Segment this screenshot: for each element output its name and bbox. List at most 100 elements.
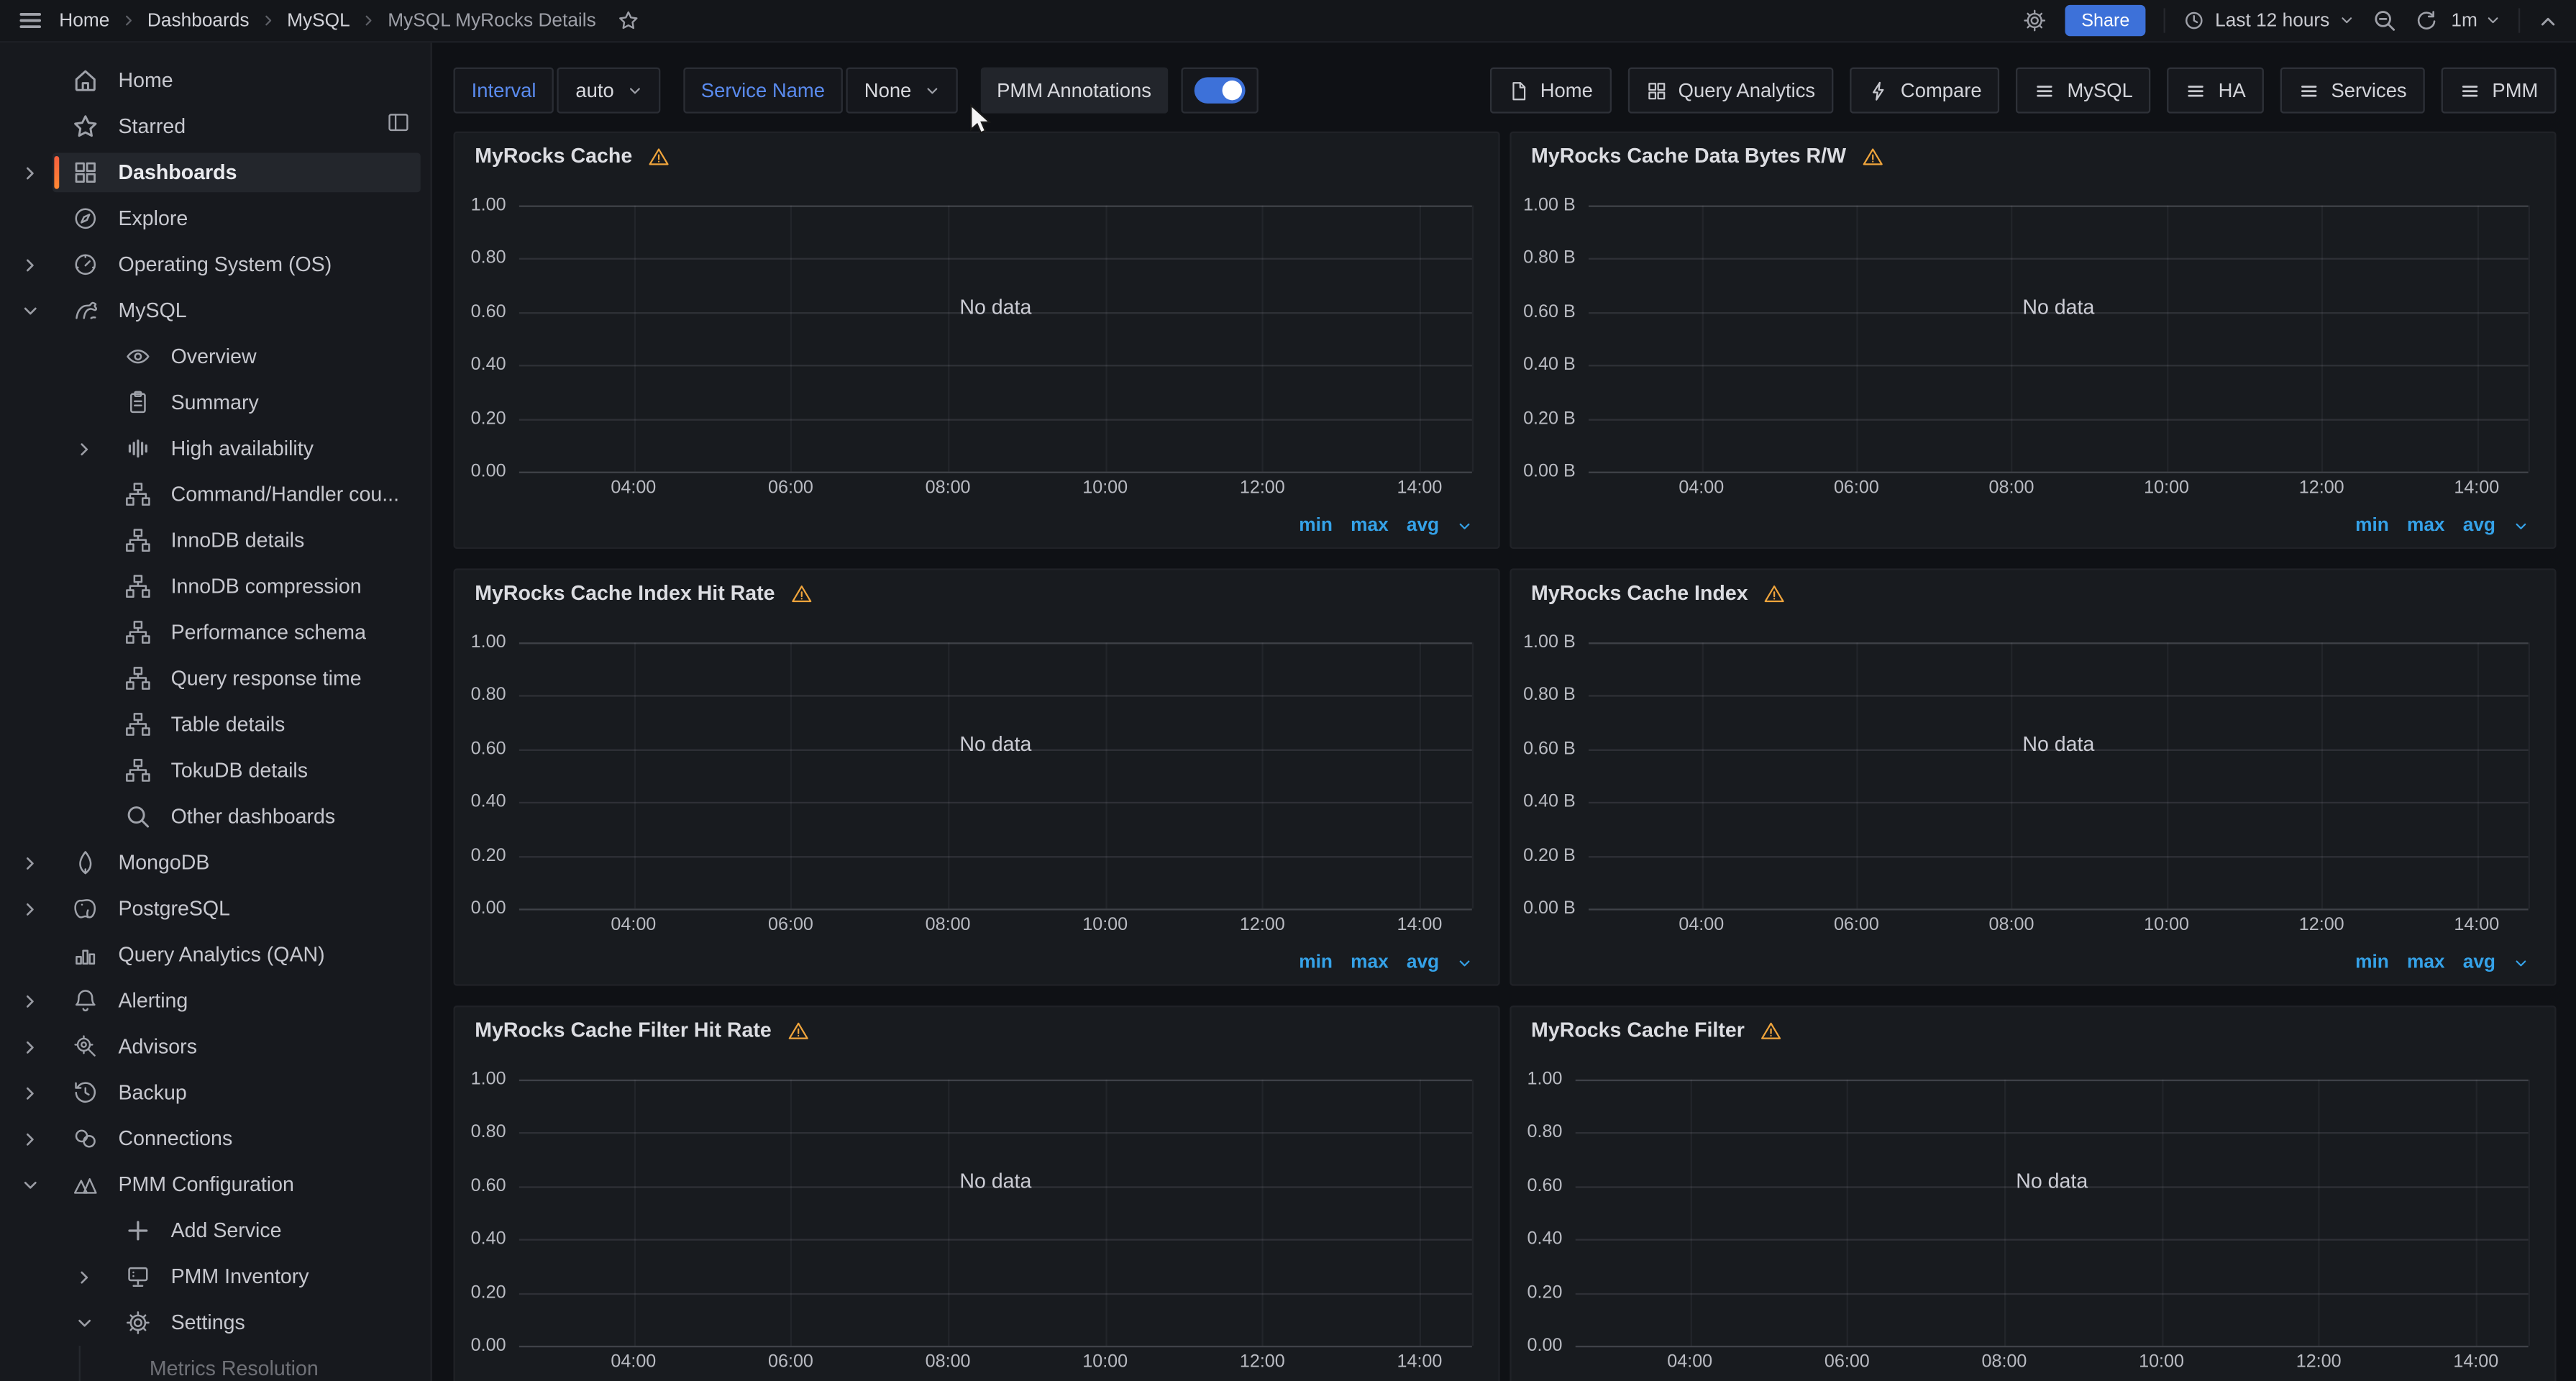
sidebar-item-pmm-configuration[interactable]: PMM Configuration bbox=[0, 1162, 431, 1208]
sidebar-item-explore[interactable]: Explore bbox=[0, 196, 431, 242]
sidebar-item-advisors[interactable]: Advisors bbox=[0, 1024, 431, 1070]
sidebar-item-operating-system-os[interactable]: Operating System (OS) bbox=[0, 242, 431, 288]
sidebar-item-metrics-resolution[interactable]: Metrics Resolution bbox=[0, 1346, 431, 1381]
nav-button-pmm[interactable]: PMM bbox=[2442, 68, 2557, 114]
collapse-topbar-icon[interactable] bbox=[2538, 11, 2557, 30]
chevron-down-icon[interactable] bbox=[22, 301, 40, 319]
sidebar-item-overview[interactable]: Overview bbox=[0, 334, 431, 380]
legend-link-max[interactable]: max bbox=[2407, 516, 2445, 535]
breadcrumb-item-dashboards[interactable]: Dashboards bbox=[147, 11, 250, 30]
legend-link-min[interactable]: min bbox=[1299, 516, 1333, 535]
sidebar-item-high-availability[interactable]: High availability bbox=[0, 426, 431, 472]
sidebar-item-table-details[interactable]: Table details bbox=[0, 701, 431, 747]
nav-button-ha[interactable]: HA bbox=[2168, 68, 2264, 114]
warning-icon[interactable] bbox=[790, 583, 813, 604]
panel-header[interactable]: MyRocks Cache bbox=[475, 145, 670, 168]
mega-menu-toggle[interactable] bbox=[18, 8, 42, 32]
warning-icon[interactable] bbox=[786, 1019, 809, 1041]
nav-button-query-analytics[interactable]: Query Analytics bbox=[1627, 68, 1833, 114]
legend-link-max[interactable]: max bbox=[1351, 953, 1389, 972]
dashboard-settings-icon[interactable] bbox=[2022, 8, 2047, 32]
nav-button-mysql[interactable]: MySQL bbox=[2017, 68, 2151, 114]
x-axis-tick: 08:00 bbox=[1989, 478, 2034, 498]
sidebar-item-dashboards[interactable]: Dashboards bbox=[0, 150, 431, 196]
sidebar-item-mysql[interactable]: MySQL bbox=[0, 288, 431, 334]
panel-header[interactable]: MyRocks Cache Data Bytes R/W bbox=[1531, 145, 1884, 168]
chevron-right-icon[interactable] bbox=[76, 439, 93, 457]
nav-button-compare[interactable]: Compare bbox=[1850, 68, 2000, 114]
sidebar-item-connections[interactable]: Connections bbox=[0, 1116, 431, 1162]
refresh-interval-picker[interactable]: 1m bbox=[2451, 11, 2500, 30]
dock-menu-icon[interactable] bbox=[386, 110, 411, 135]
sidebar-item-innodb-details[interactable]: InnoDB details bbox=[0, 518, 431, 564]
time-range-picker[interactable]: Last 12 hours bbox=[2184, 10, 2355, 32]
sidebar-item-postgresql[interactable]: PostgreSQL bbox=[0, 885, 431, 931]
sidebar-item-query-response-time[interactable]: Query response time bbox=[0, 655, 431, 701]
chevron-right-icon[interactable] bbox=[22, 1084, 40, 1102]
chevron-down-icon[interactable] bbox=[22, 1175, 40, 1193]
legend-link-min[interactable]: min bbox=[2355, 516, 2389, 535]
nav-button-services[interactable]: Services bbox=[2280, 68, 2425, 114]
sidebar-item-pmm-inventory[interactable]: PMM Inventory bbox=[0, 1254, 431, 1300]
warning-icon[interactable] bbox=[1759, 1019, 1782, 1041]
chevron-right-icon[interactable] bbox=[22, 900, 40, 918]
legend-link-max[interactable]: max bbox=[2407, 953, 2445, 972]
breadcrumb-item-mysql[interactable]: MySQL bbox=[287, 11, 350, 30]
chevron-down-icon[interactable] bbox=[1457, 519, 1472, 534]
sidebar-item-starred[interactable]: Starred bbox=[0, 104, 431, 150]
chevron-right-icon[interactable] bbox=[22, 255, 40, 273]
sidebar-item-command-handler-cou[interactable]: Command/Handler cou... bbox=[0, 472, 431, 518]
sidebar-item-mongodb[interactable]: MongoDB bbox=[0, 839, 431, 885]
sidebar-item-backup[interactable]: Backup bbox=[0, 1070, 431, 1116]
chevron-down-icon[interactable] bbox=[76, 1313, 93, 1331]
y-axis: 1.000.800.600.400.200.00 bbox=[455, 642, 506, 908]
legend-link-min[interactable]: min bbox=[2355, 953, 2389, 972]
legend-link-avg[interactable]: avg bbox=[1407, 953, 1439, 972]
warning-icon[interactable] bbox=[1861, 145, 1884, 167]
sidebar-item-settings[interactable]: Settings bbox=[0, 1300, 431, 1346]
variable-value-dropdown[interactable]: auto bbox=[557, 68, 659, 114]
panel-header[interactable]: MyRocks Cache Index Hit Rate bbox=[475, 582, 813, 605]
sidebar-item-home[interactable]: Home bbox=[0, 58, 431, 104]
sidebar-item-summary[interactable]: Summary bbox=[0, 380, 431, 426]
nav-button-label: PMM bbox=[2492, 79, 2538, 102]
legend: minmaxavg bbox=[1299, 516, 1472, 535]
legend-link-avg[interactable]: avg bbox=[2463, 953, 2495, 972]
chevron-right-icon[interactable] bbox=[22, 1130, 40, 1148]
sidebar-item-alerting[interactable]: Alerting bbox=[0, 977, 431, 1024]
panel-header[interactable]: MyRocks Cache Filter Hit Rate bbox=[475, 1018, 809, 1042]
chevron-right-icon[interactable] bbox=[22, 163, 40, 181]
nav-button-home[interactable]: Home bbox=[1489, 68, 1611, 114]
panel-header[interactable]: MyRocks Cache Index bbox=[1531, 582, 1786, 605]
sidebar-item-tokudb-details[interactable]: TokuDB details bbox=[0, 747, 431, 793]
chevron-right-icon[interactable] bbox=[22, 854, 40, 872]
chevron-down-icon[interactable] bbox=[1457, 955, 1472, 970]
sidebar-item-innodb-compression[interactable]: InnoDB compression bbox=[0, 564, 431, 610]
zoom-out-icon[interactable] bbox=[2372, 8, 2397, 32]
refresh-icon[interactable] bbox=[2415, 9, 2438, 32]
legend-link-min[interactable]: min bbox=[1299, 953, 1333, 972]
v-gridline bbox=[2321, 206, 2323, 472]
variable-value-dropdown[interactable]: None bbox=[846, 68, 958, 114]
legend-link-avg[interactable]: avg bbox=[2463, 516, 2495, 535]
sidebar-item-performance-schema[interactable]: Performance schema bbox=[0, 610, 431, 656]
chevron-down-icon[interactable] bbox=[2513, 955, 2529, 970]
chevron-right-icon[interactable] bbox=[76, 1267, 93, 1285]
pmm-annotations-toggle[interactable] bbox=[1181, 68, 1258, 114]
x-axis-tick: 14:00 bbox=[2454, 915, 2499, 934]
sidebar-item-other-dashboards[interactable]: Other dashboards bbox=[0, 793, 431, 839]
warning-icon[interactable] bbox=[647, 145, 670, 167]
breadcrumb-item-home[interactable]: Home bbox=[59, 11, 109, 30]
share-button[interactable]: Share bbox=[2065, 5, 2146, 36]
warning-icon[interactable] bbox=[1763, 583, 1786, 604]
x-axis-tick: 04:00 bbox=[611, 915, 656, 934]
chevron-down-icon[interactable] bbox=[2513, 519, 2529, 534]
sidebar-item-query-analytics-qan[interactable]: Query Analytics (QAN) bbox=[0, 931, 431, 977]
sidebar-item-add-service[interactable]: Add Service bbox=[0, 1208, 431, 1254]
chevron-right-icon[interactable] bbox=[22, 1038, 40, 1056]
legend-link-max[interactable]: max bbox=[1351, 516, 1389, 535]
favorite-star-icon[interactable] bbox=[617, 10, 639, 32]
panel-header[interactable]: MyRocks Cache Filter bbox=[1531, 1018, 1782, 1042]
legend-link-avg[interactable]: avg bbox=[1407, 516, 1439, 535]
chevron-right-icon[interactable] bbox=[22, 992, 40, 1010]
